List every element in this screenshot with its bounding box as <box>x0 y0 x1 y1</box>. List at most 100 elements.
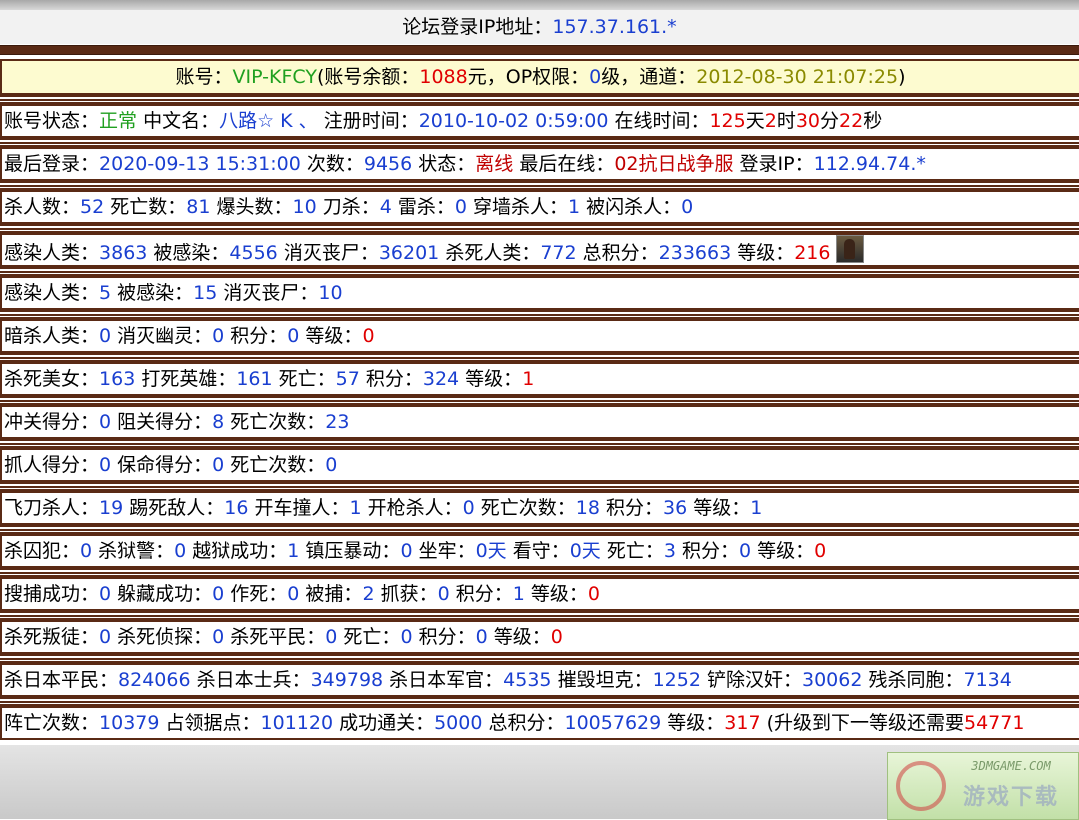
level-value: 0 <box>814 540 827 562</box>
stat-label: 占领据点： <box>159 712 261 734</box>
stat-label: 等级： <box>731 242 795 264</box>
stat-label: 刀杀： <box>316 196 380 218</box>
stat-value: 5000 <box>434 712 483 734</box>
stat-label: 躲藏成功： <box>111 583 213 605</box>
stat-value: 0天 <box>569 540 601 562</box>
stat-value: 161 <box>236 368 273 390</box>
stat-label: 杀死平民： <box>224 626 326 648</box>
account-label: 账号： <box>175 66 233 88</box>
stat-label: 开枪杀人： <box>361 497 463 519</box>
stat-label: 抓人得分： <box>4 454 100 476</box>
stat-label: 消灭丧尸： <box>277 242 379 264</box>
upgrade-remaining: 54771 <box>963 712 1025 734</box>
stat-label: 死亡： <box>600 540 664 562</box>
stat-value: 1 <box>349 497 362 519</box>
stat-label: 阵亡次数： <box>4 712 100 734</box>
ip-label: 论坛登录IP地址： <box>402 16 553 38</box>
prison-stats-row: 杀囚犯：0 杀狱警：0 越狱成功：1 镇压暴动：0 坐牢：0天 看守：0天 死亡… <box>0 534 1079 568</box>
stat-label: 等级： <box>299 325 363 347</box>
stat-label: 死亡数： <box>104 196 187 218</box>
stat-value: 0 <box>437 583 450 605</box>
pass-stats-row: 冲关得分：0 阻关得分：8 死亡次数：23 <box>0 405 1079 439</box>
stat-value: 0 <box>325 626 338 648</box>
row-separator <box>0 353 1079 362</box>
stat-label: 搜捕成功： <box>4 583 100 605</box>
stat-value: 0 <box>287 325 300 347</box>
online-seconds: 22 <box>839 110 864 132</box>
balance-value: 1088 <box>419 66 468 88</box>
stat-label: 杀人数： <box>4 196 81 218</box>
stat-label: 积分： <box>359 368 423 390</box>
stat-value: 0天 <box>475 540 507 562</box>
stat-label: 杀日本士兵： <box>190 669 311 691</box>
stat-value: 163 <box>99 368 136 390</box>
account-status-row: 账号状态：正常 中文名：八路☆ K 、 注册时间：2010-10-02 0:59… <box>0 104 1079 138</box>
online-hours: 2 <box>764 110 777 132</box>
stat-label: 杀死人类： <box>439 242 541 264</box>
stat-label: 摧毁坦克： <box>551 669 653 691</box>
stat-value: 4535 <box>503 669 552 691</box>
level-value: 0 <box>587 583 600 605</box>
traitor-stats-row: 杀死叛徒：0 杀死侦探：0 杀死平民：0 死亡：0 积分：0 等级：0 <box>0 620 1079 654</box>
stat-label: 看守： <box>506 540 570 562</box>
stat-value: 52 <box>80 196 105 218</box>
balance-unit: 元，OP权限： <box>467 66 590 88</box>
stat-value: 0 <box>212 454 225 476</box>
stat-label: 消灭幽灵： <box>111 325 213 347</box>
logo-ring-icon <box>896 761 946 811</box>
row-separator <box>0 181 1079 190</box>
stat-label: 杀日本军官： <box>383 669 504 691</box>
stat-value: 772 <box>540 242 577 264</box>
row-separator <box>0 310 1079 319</box>
stat-label: 穿墙杀人： <box>466 196 568 218</box>
row-separator <box>0 482 1079 491</box>
stat-label: 死亡次数： <box>474 497 576 519</box>
row-separator <box>0 267 1079 276</box>
stat-label: 飞刀杀人： <box>4 497 100 519</box>
row-separator <box>0 224 1079 233</box>
stat-label: 打死英雄： <box>135 368 237 390</box>
stat-value: 1 <box>750 497 763 519</box>
row-separator <box>0 439 1079 448</box>
last-login-value: 2020-09-13 15:31:00 <box>99 153 301 175</box>
stat-label: 坐牢： <box>412 540 476 562</box>
stat-label: 杀狱警： <box>92 540 175 562</box>
stat-label: 作死： <box>224 583 288 605</box>
stat-value: 0 <box>212 626 225 648</box>
stat-value: 23 <box>325 411 350 433</box>
hero-stats-row: 杀死美女：163 打死英雄：161 死亡：57 积分：324 等级：1 <box>0 362 1079 396</box>
watermark-brand: 游戏下载 <box>962 785 1059 810</box>
hour-unit: 时 <box>776 110 796 132</box>
header-divider <box>0 45 1079 55</box>
ghost-stats-row: 暗杀人类：0 消灭幽灵：0 积分：0 等级：0 <box>0 319 1079 353</box>
stat-value: 10 <box>292 196 317 218</box>
stat-value: 0 <box>454 196 467 218</box>
stat-label: 消灭丧尸： <box>217 282 319 304</box>
stat-value: 4 <box>379 196 392 218</box>
stat-value: 1 <box>287 540 300 562</box>
cn-name: 八路☆ K 、 <box>219 110 318 132</box>
stat-label: 死亡： <box>272 368 336 390</box>
reg-time: 2010-10-02 0:59:00 <box>418 110 609 132</box>
stat-value: 16 <box>224 497 249 519</box>
row-separator <box>0 611 1079 620</box>
op-unit: 级，通道： <box>601 66 697 88</box>
stat-value: 4556 <box>229 242 278 264</box>
stat-value: 0 <box>400 626 413 648</box>
ip-value: 157.37.161.* <box>552 16 677 38</box>
stat-label: 总积分： <box>576 242 659 264</box>
stat-label: 抓获： <box>374 583 438 605</box>
stat-label: 杀日本平民： <box>4 669 119 691</box>
stat-value: 0 <box>475 626 488 648</box>
last-login-row: 最后登录：2020-09-13 15:31:00 次数：9456 状态：离线 最… <box>0 147 1079 181</box>
stat-label: 等级： <box>459 368 523 390</box>
stat-value: 36201 <box>378 242 440 264</box>
online-label: 在线时间： <box>608 110 710 132</box>
stat-label: 积分： <box>412 626 476 648</box>
stat-label: 铲除汉奸： <box>700 669 802 691</box>
hide-seek-stats-row: 搜捕成功：0 躲藏成功：0 作死：0 被捕：2 抓获：0 积分：1 等级：0 <box>0 577 1079 611</box>
stat-label: 死亡： <box>337 626 401 648</box>
op-level: 0 <box>589 66 602 88</box>
row-separator <box>0 654 1079 663</box>
second-unit: 秒 <box>863 110 883 132</box>
